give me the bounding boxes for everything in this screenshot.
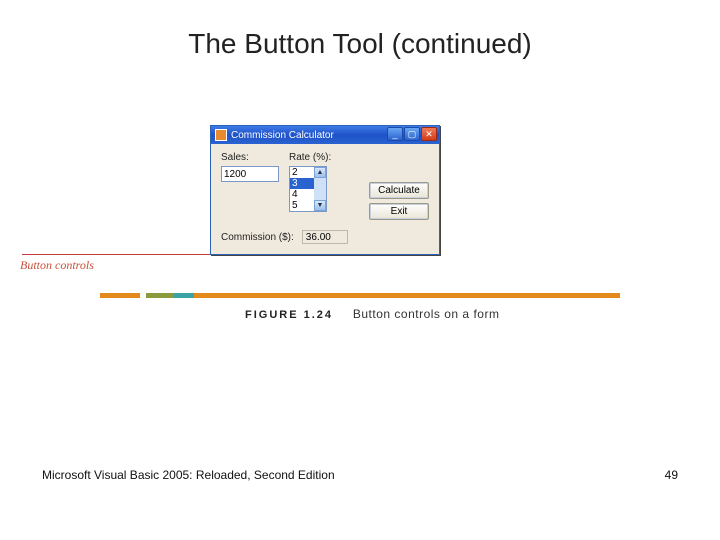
output-row: Commission ($): 36.00 <box>221 230 429 244</box>
rule-segment <box>194 293 620 298</box>
window-buttons: _ ▢ ✕ <box>387 127 437 141</box>
exit-button[interactable]: Exit <box>369 203 429 220</box>
rate-column: Rate (%): 2 3 4 5 ▲ ▼ <box>289 152 331 212</box>
sales-input[interactable] <box>221 166 279 182</box>
commission-label: Commission ($): <box>221 232 294 243</box>
input-row: Sales: Rate (%): 2 3 4 5 ▲ ▼ <box>221 152 429 220</box>
figure-caption: FIGURE 1.24 Button controls on a form <box>245 307 499 321</box>
listbox-scrollbar[interactable]: ▲ ▼ <box>314 167 326 211</box>
window-title: Commission Calculator <box>231 130 334 141</box>
callout-button-controls: Button controls <box>20 258 94 273</box>
rate-listbox[interactable]: 2 3 4 5 ▲ ▼ <box>289 166 327 212</box>
rule-segment <box>146 293 174 298</box>
window-client-area: Sales: Rate (%): 2 3 4 5 ▲ ▼ <box>211 144 439 254</box>
rule-segment <box>174 293 194 298</box>
slide: The Button Tool (continued) Button contr… <box>0 0 720 540</box>
scroll-down-icon[interactable]: ▼ <box>314 200 326 211</box>
rule-segment <box>100 293 140 298</box>
figure-number: FIGURE 1.24 <box>245 309 333 321</box>
sales-column: Sales: <box>221 152 279 182</box>
calculate-button[interactable]: Calculate <box>369 182 429 199</box>
scroll-up-icon[interactable]: ▲ <box>314 167 326 178</box>
commission-calculator-window: Commission Calculator _ ▢ ✕ Sales: Rate … <box>210 125 440 255</box>
figure-caption-text: Button controls on a form <box>353 307 500 321</box>
rate-label: Rate (%): <box>289 152 331 163</box>
page-number: 49 <box>665 468 678 482</box>
sales-label: Sales: <box>221 152 279 163</box>
close-button[interactable]: ✕ <box>421 127 437 141</box>
slide-title: The Button Tool (continued) <box>0 28 720 60</box>
minimize-button[interactable]: _ <box>387 127 403 141</box>
app-icon <box>215 129 227 141</box>
figure-area: Button controls Commission Calculator _ … <box>0 125 720 335</box>
footer-source: Microsoft Visual Basic 2005: Reloaded, S… <box>42 468 335 482</box>
figure-rule <box>100 293 620 303</box>
maximize-button[interactable]: ▢ <box>404 127 420 141</box>
action-buttons: Calculate Exit <box>369 152 429 220</box>
window-titlebar[interactable]: Commission Calculator _ ▢ ✕ <box>211 126 439 144</box>
commission-output: 36.00 <box>302 230 348 244</box>
